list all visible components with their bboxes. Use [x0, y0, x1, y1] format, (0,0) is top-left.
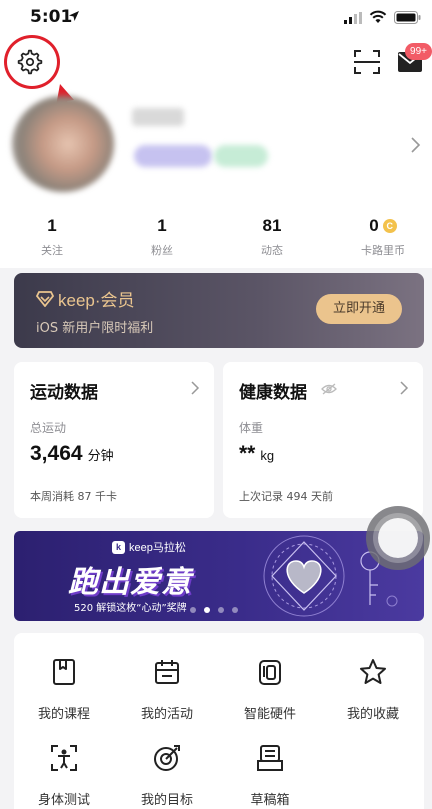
- chevron-right-icon[interactable]: [410, 136, 422, 154]
- carousel-dot-active[interactable]: [204, 607, 210, 613]
- weight-value-row: ** kg: [239, 442, 274, 466]
- location-arrow-icon: [69, 11, 79, 21]
- membership-banner[interactable]: keep·会员 iOS 新用户限时福利 立即开通: [14, 273, 424, 348]
- weight-value: **: [239, 442, 256, 465]
- chevron-right-icon: [400, 381, 409, 395]
- message-count-badge: 99+: [405, 43, 432, 60]
- sports-data-card[interactable]: 运动数据 总运动 3,464 分钟 本周消耗 87 千卡: [14, 362, 214, 518]
- assistive-touch-button[interactable]: [366, 506, 430, 570]
- stat-followers-value: 1: [157, 216, 167, 235]
- diamond-icon: [36, 290, 54, 307]
- stat-followers[interactable]: 1 粉丝: [112, 216, 212, 258]
- menu-label: 智能硬件: [243, 707, 296, 722]
- weight-label: 体重: [239, 421, 264, 435]
- menu-label: 我的课程: [37, 707, 90, 722]
- total-exercise-value: 3,464: [30, 442, 83, 465]
- menu-my-activities[interactable]: 我的活动: [117, 657, 217, 722]
- cellular-signal-icon: [344, 12, 362, 24]
- health-data-card[interactable]: 健康数据 体重 ** kg 上次记录 494 天前: [223, 362, 423, 518]
- highlight-ring: [4, 35, 60, 89]
- target-icon: [154, 745, 180, 771]
- function-grid: 我的课程 我的活动 智能硬件 我的收藏 身体测试 我的目标 草稿箱: [14, 633, 424, 809]
- stat-calorie-coins-label: 卡路里币: [361, 244, 405, 257]
- coin-icon: C: [382, 219, 397, 233]
- weekly-calories: 本周消耗 87 千卡: [30, 490, 117, 503]
- menu-my-goals[interactable]: 我的目标: [117, 743, 217, 808]
- avatar[interactable]: [12, 96, 114, 192]
- menu-smart-hardware[interactable]: 智能硬件: [220, 657, 320, 722]
- battery-icon: [394, 11, 421, 24]
- draft-box-icon: [257, 745, 283, 771]
- level-badge-blurred: [134, 145, 212, 167]
- promo-brand-text: keep马拉松: [129, 542, 186, 554]
- open-membership-button[interactable]: 立即开通: [316, 294, 402, 324]
- stat-calorie-coins-value: 0: [369, 216, 379, 235]
- stat-posts[interactable]: 81 动态: [222, 216, 322, 258]
- sports-card-title: 运动数据: [30, 383, 98, 403]
- eye-off-icon[interactable]: [321, 382, 337, 396]
- course-icon: [53, 659, 75, 685]
- total-exercise-unit: 分钟: [87, 448, 114, 463]
- stat-following[interactable]: 1 关注: [2, 216, 102, 258]
- weight-unit: kg: [260, 448, 275, 463]
- carousel-dot[interactable]: [232, 607, 238, 613]
- carousel-dot[interactable]: [190, 607, 196, 613]
- last-record: 上次记录 494 天前: [239, 490, 333, 503]
- star-icon: [360, 659, 386, 684]
- menu-body-test[interactable]: 身体测试: [14, 743, 114, 808]
- menu-label: 我的收藏: [346, 707, 399, 722]
- menu-label: 身体测试: [37, 793, 90, 808]
- keep-member-logo: keep·会员: [36, 286, 135, 311]
- keep-logo-icon: k: [112, 540, 125, 554]
- tag-badge-blurred: [214, 145, 268, 167]
- stat-posts-value: 81: [262, 216, 282, 235]
- membership-subtitle: iOS 新用户限时福利: [36, 321, 154, 336]
- stat-following-value: 1: [47, 216, 57, 235]
- health-card-title: 健康数据: [239, 383, 307, 403]
- stat-following-label: 关注: [41, 244, 63, 257]
- chevron-right-icon: [191, 381, 200, 395]
- smart-device-icon: [259, 660, 281, 685]
- body-test-icon: [51, 745, 77, 771]
- status-bar: 5:01: [0, 0, 432, 34]
- menu-drafts[interactable]: 草稿箱: [220, 743, 320, 808]
- username-blurred: [132, 108, 184, 126]
- total-exercise-label: 总运动: [30, 421, 67, 435]
- stat-followers-label: 粉丝: [151, 244, 173, 257]
- stat-posts-label: 动态: [261, 244, 283, 257]
- menu-my-favorites[interactable]: 我的收藏: [323, 657, 423, 722]
- stat-calorie-coins[interactable]: 0C 卡路里币: [333, 216, 432, 258]
- promo-brand: k keep马拉松: [112, 539, 186, 555]
- carousel-dot[interactable]: [218, 607, 224, 613]
- membership-brand: keep·会员: [58, 291, 135, 310]
- stats-row: 1 关注 1 粉丝 81 动态 0C 卡路里币: [0, 216, 432, 260]
- menu-my-courses[interactable]: 我的课程: [14, 657, 114, 722]
- total-exercise-value-row: 3,464 分钟: [30, 442, 114, 466]
- wifi-icon: [369, 10, 387, 23]
- menu-label: 我的活动: [140, 707, 193, 722]
- status-time: 5:01: [30, 7, 73, 27]
- promo-subtitle: 520 解锁这枚“心动”奖牌: [74, 603, 187, 614]
- carousel-dots: [190, 607, 238, 613]
- scan-button[interactable]: [352, 48, 382, 76]
- menu-label: 我的目标: [140, 793, 193, 808]
- promo-title: 跑出爱意: [68, 565, 192, 600]
- marathon-promo-banner[interactable]: k keep马拉松 跑出爱意 520 解锁这枚“心动”奖牌: [14, 531, 424, 621]
- calendar-icon: [155, 660, 179, 684]
- menu-label: 草稿箱: [250, 793, 290, 808]
